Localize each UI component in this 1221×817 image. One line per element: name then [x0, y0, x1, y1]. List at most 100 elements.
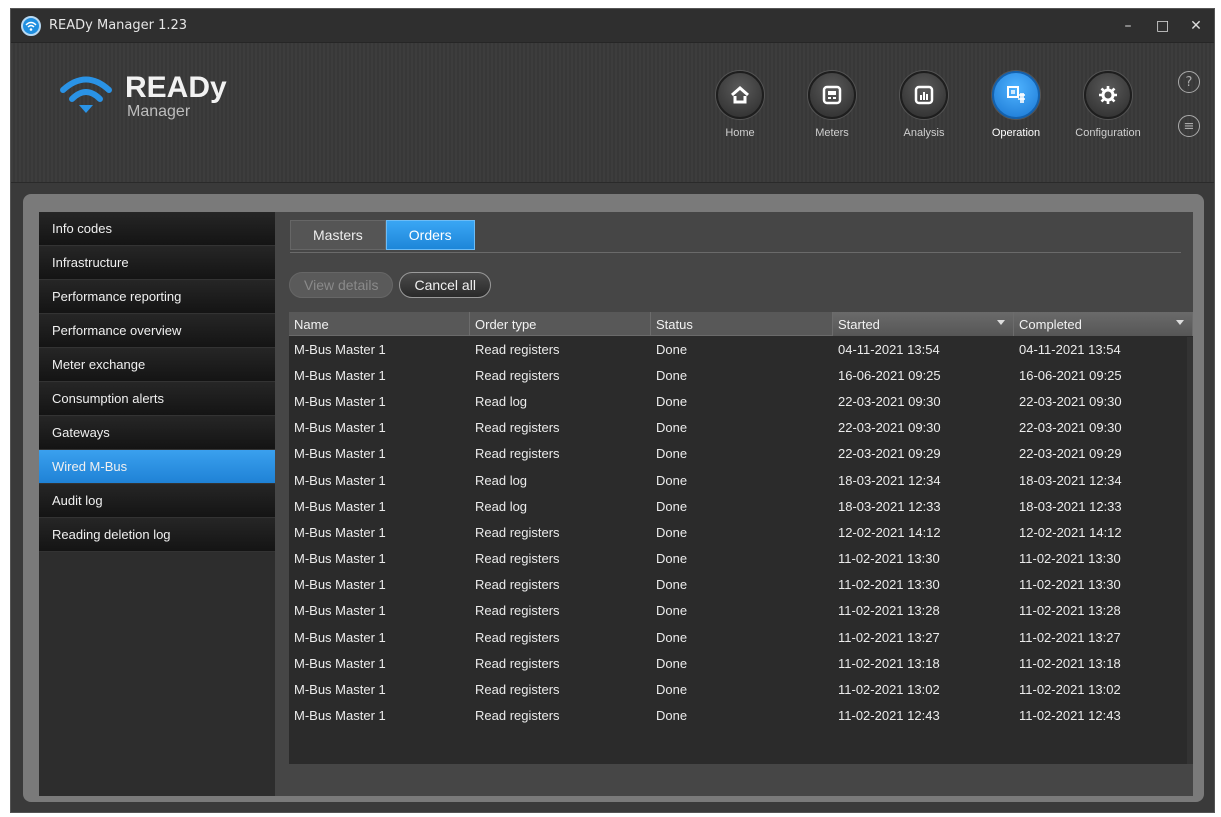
cell-started: 22-03-2021 09:30 [838, 420, 941, 436]
cell-completed: 22-03-2021 09:30 [1019, 393, 1122, 409]
cell-completed: 18-03-2021 12:33 [1019, 498, 1122, 514]
cell-name: M-Bus Master 1 [294, 524, 386, 540]
cell-order-type: Read registers [475, 446, 560, 462]
column-header-status[interactable]: Status [651, 312, 833, 336]
nav-configuration[interactable]: Configuration [1062, 71, 1154, 139]
cell-status: Done [656, 472, 688, 488]
meter-icon [808, 71, 856, 119]
cell-completed: 11-02-2021 13:30 [1019, 577, 1121, 593]
cell-status: Done [656, 341, 688, 357]
cell-started: 11-02-2021 13:27 [838, 629, 940, 645]
sidebar-item-info-codes[interactable]: Info codes [39, 212, 275, 246]
column-header-order-type[interactable]: Order type [470, 312, 651, 336]
cell-started: 22-03-2021 09:30 [838, 393, 941, 409]
cell-name: M-Bus Master 1 [294, 446, 386, 462]
cell-name: M-Bus Master 1 [294, 629, 386, 645]
cell-started: 18-03-2021 12:34 [838, 472, 941, 488]
toolbar: View details Cancel all [289, 272, 491, 298]
nav-home-label: Home [725, 127, 755, 139]
nav-meters-label: Meters [815, 127, 849, 139]
nav-home[interactable]: Home [694, 71, 786, 139]
table-row[interactable]: M-Bus Master 1 Read registers Done 11-02-20… [289, 572, 1193, 598]
cell-name: M-Bus Master 1 [294, 551, 386, 567]
table-row[interactable]: M-Bus Master 1 Read registers Done 11-02-20… [289, 546, 1193, 572]
cell-started: 18-03-2021 12:33 [838, 498, 941, 514]
column-header-name[interactable]: Name [289, 312, 470, 336]
cell-status: Done [656, 420, 688, 436]
help-icons: ? ≡ [1178, 71, 1200, 137]
cell-order-type: Read registers [475, 682, 560, 698]
cell-completed: 18-03-2021 12:34 [1019, 472, 1122, 488]
tab-masters[interactable]: Masters [290, 220, 386, 250]
cancel-all-button[interactable]: Cancel all [399, 272, 491, 298]
tab-divider [290, 252, 1181, 253]
sidebar-item-gateways[interactable]: Gateways [39, 416, 275, 450]
table-row[interactable]: M-Bus Master 1 Read registers Done 12-02-20… [289, 519, 1193, 545]
view-details-button[interactable]: View details [289, 272, 394, 298]
sidebar-item-performance-reporting[interactable]: Performance reporting [39, 280, 275, 314]
cell-order-type: Read log [475, 472, 528, 488]
cell-started: 11-02-2021 12:43 [838, 708, 940, 724]
logo: READy Manager [57, 73, 227, 121]
cell-started: 16-06-2021 09:25 [838, 367, 941, 383]
gear-icon [1084, 71, 1132, 119]
logo-brand: READy [125, 71, 227, 104]
table-header: Name Order type Status Started Completed [289, 312, 1193, 336]
operation-icon [992, 71, 1040, 119]
tab-orders[interactable]: Orders [385, 220, 475, 250]
nav-analysis[interactable]: Analysis [878, 71, 970, 139]
table-row[interactable]: M-Bus Master 1 Read registers Done 22-03-20… [289, 441, 1193, 467]
chat-icon[interactable]: ≡ [1178, 115, 1200, 137]
table-row[interactable]: M-Bus Master 1 Read log Done 18-03-2021 12:… [289, 467, 1193, 493]
cell-completed: 12-02-2021 14:12 [1019, 524, 1122, 540]
close-icon[interactable]: ✕ [1190, 18, 1202, 34]
cell-status: Done [656, 655, 688, 671]
home-icon [716, 71, 764, 119]
sidebar-item-audit-log[interactable]: Audit log [39, 484, 275, 518]
sidebar-item-wired-m-bus[interactable]: Wired M-Bus [39, 450, 275, 484]
table-row[interactable]: M-Bus Master 1 Read registers Done 11-02-20… [289, 703, 1193, 729]
table-row[interactable]: M-Bus Master 1 Read registers Done 11-02-20… [289, 624, 1193, 650]
logo-sub: Manager [127, 103, 191, 120]
minimize-icon[interactable]: – [1122, 18, 1134, 34]
sidebar-item-consumption-alerts[interactable]: Consumption alerts [39, 382, 275, 416]
column-header-started[interactable]: Started [833, 312, 1014, 336]
sort-down-icon [997, 320, 1005, 325]
cell-name: M-Bus Master 1 [294, 603, 386, 619]
cell-order-type: Read registers [475, 603, 560, 619]
sidebar-item-reading-deletion-log[interactable]: Reading deletion log [39, 518, 275, 552]
help-icon[interactable]: ? [1178, 71, 1200, 93]
table-row[interactable]: M-Bus Master 1 Read registers Done 11-02-20… [289, 676, 1193, 702]
cell-order-type: Read log [475, 393, 528, 409]
cell-completed: 11-02-2021 13:30 [1019, 551, 1121, 567]
maximize-icon[interactable]: □ [1156, 18, 1169, 34]
sidebar-item-infrastructure[interactable]: Infrastructure [39, 246, 275, 280]
table-row[interactable]: M-Bus Master 1 Read registers Done 11-02-20… [289, 598, 1193, 624]
cell-name: M-Bus Master 1 [294, 341, 386, 357]
cell-order-type: Read registers [475, 341, 560, 357]
nav-meters[interactable]: Meters [786, 71, 878, 139]
cell-order-type: Read registers [475, 629, 560, 645]
table-row[interactable]: M-Bus Master 1 Read registers Done 04-11-20… [289, 336, 1193, 362]
app-wifi-icon [21, 15, 41, 36]
table-row[interactable]: M-Bus Master 1 Read registers Done 16-06-20… [289, 362, 1193, 388]
column-header-completed[interactable]: Completed [1014, 312, 1193, 336]
cell-order-type: Read registers [475, 367, 560, 383]
cell-order-type: Read log [475, 498, 528, 514]
cell-name: M-Bus Master 1 [294, 577, 386, 593]
cell-name: M-Bus Master 1 [294, 367, 386, 383]
nav-operation[interactable]: Operation [970, 71, 1062, 139]
sidebar-item-performance-overview[interactable]: Performance overview [39, 314, 275, 348]
sidebar-item-meter-exchange[interactable]: Meter exchange [39, 348, 275, 382]
table-row[interactable]: M-Bus Master 1 Read log Done 22-03-2021 09:… [289, 388, 1193, 414]
table-row[interactable]: M-Bus Master 1 Read log Done 18-03-2021 12:… [289, 493, 1193, 519]
table-row[interactable]: M-Bus Master 1 Read registers Done 22-03-20… [289, 415, 1193, 441]
cell-status: Done [656, 446, 688, 462]
table-row[interactable]: M-Bus Master 1 Read registers Done 11-02-20… [289, 650, 1193, 676]
cell-order-type: Read registers [475, 655, 560, 671]
cell-name: M-Bus Master 1 [294, 655, 386, 671]
app-window: READy Manager 1.23 – □ ✕ READy Manager H… [10, 8, 1215, 813]
cell-name: M-Bus Master 1 [294, 393, 386, 409]
scrollbar[interactable] [1187, 337, 1193, 764]
orders-table: Name Order type Status Started Completed… [289, 312, 1193, 764]
